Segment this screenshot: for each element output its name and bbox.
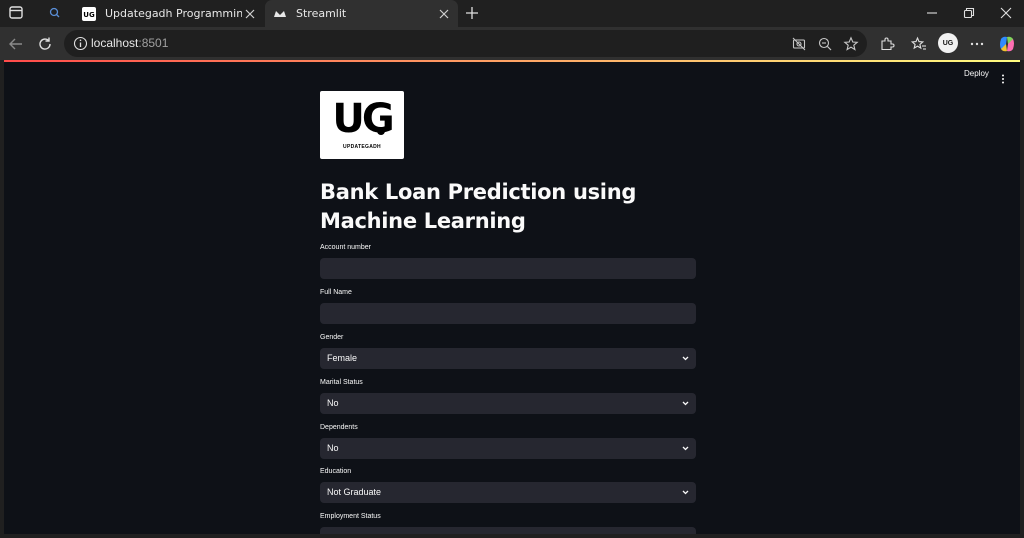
ug-icon: UG [82, 6, 96, 21]
education-label: Education [320, 468, 352, 475]
restore-icon[interactable] [955, 2, 983, 24]
account-number-label: Account number [320, 244, 371, 251]
tracking-prevention-icon[interactable] [790, 35, 808, 53]
updategadh-logo: UG UPDATEGADH [320, 91, 404, 159]
tab-title: Updategadh Programming - Upd [105, 7, 242, 20]
chevron-down-icon [682, 446, 689, 451]
copilot-icon[interactable] [996, 33, 1018, 55]
gender-label: Gender [320, 334, 344, 341]
dependents-value: No [327, 443, 339, 453]
gender-value: Female [327, 353, 358, 363]
logo-dot [377, 127, 385, 135]
education-value: Not Graduate [327, 487, 382, 497]
employment-status-label: Employment Status [320, 513, 381, 520]
favorites-icon[interactable] [908, 33, 930, 55]
chevron-down-icon [682, 490, 689, 495]
close-window-icon[interactable] [992, 2, 1020, 24]
logo-mark: UG [332, 96, 394, 142]
deploy-button[interactable]: Deploy [964, 69, 989, 78]
streamlit-crown-icon [274, 10, 286, 17]
browser-tab-strip: UG Updategadh Programming - Upd Streamli… [0, 0, 1024, 27]
address-bar[interactable]: localhost:8501 [64, 30, 867, 57]
marital-status-label: Marital Status [320, 379, 363, 386]
dependents-select[interactable]: No [320, 438, 696, 459]
svg-text:UG: UG [83, 11, 95, 19]
window-bottom-edge [0, 534, 1024, 538]
tab-title: Streamlit [296, 7, 347, 20]
main-menu-icon[interactable] [999, 70, 1007, 84]
dependents-label: Dependents [320, 424, 358, 431]
education-select[interactable]: Not Graduate [320, 482, 696, 503]
more-options-icon[interactable] [966, 33, 988, 55]
url-text: localhost:8501 [91, 36, 168, 50]
gender-select[interactable]: Female [320, 348, 696, 369]
browser-toolbar: localhost:8501 UG [0, 27, 1024, 60]
account-number-input[interactable] [320, 258, 696, 279]
site-info-icon[interactable] [73, 36, 88, 51]
header-decoration [4, 60, 1020, 62]
full-name-input[interactable] [320, 303, 696, 324]
full-name-label: Full Name [320, 289, 352, 296]
refresh-icon[interactable] [34, 33, 56, 55]
url-port: :8501 [138, 36, 169, 50]
marital-status-value: No [327, 398, 339, 408]
employment-status-select[interactable] [320, 527, 696, 534]
tab-actions-icon[interactable] [6, 4, 26, 22]
tab-search-icon[interactable] [42, 3, 68, 23]
minimize-icon[interactable] [918, 2, 946, 24]
page-title: Bank Loan Prediction using Machine Learn… [320, 180, 637, 233]
close-tab-icon[interactable] [242, 6, 258, 22]
close-tab-icon[interactable] [436, 6, 452, 22]
tab-streamlit[interactable]: Streamlit [265, 0, 458, 27]
url-host: localhost [91, 36, 139, 50]
back-arrow-icon[interactable] [5, 33, 27, 55]
chevron-down-icon [682, 401, 689, 406]
logo-caption: UPDATEGADH [343, 144, 381, 150]
extensions-icon[interactable] [876, 33, 898, 55]
new-tab-icon[interactable] [462, 3, 482, 23]
marital-status-select[interactable]: No [320, 393, 696, 414]
profile-avatar[interactable]: UG [938, 33, 958, 53]
chevron-down-icon [682, 356, 689, 361]
tab-updategadh[interactable]: UG Updategadh Programming - Upd [74, 0, 264, 27]
zoom-out-icon[interactable] [816, 35, 834, 53]
favorite-star-icon[interactable] [842, 35, 860, 53]
streamlit-app: Deploy UG UPDATEGADH Bank Loan Predictio… [4, 60, 1020, 534]
